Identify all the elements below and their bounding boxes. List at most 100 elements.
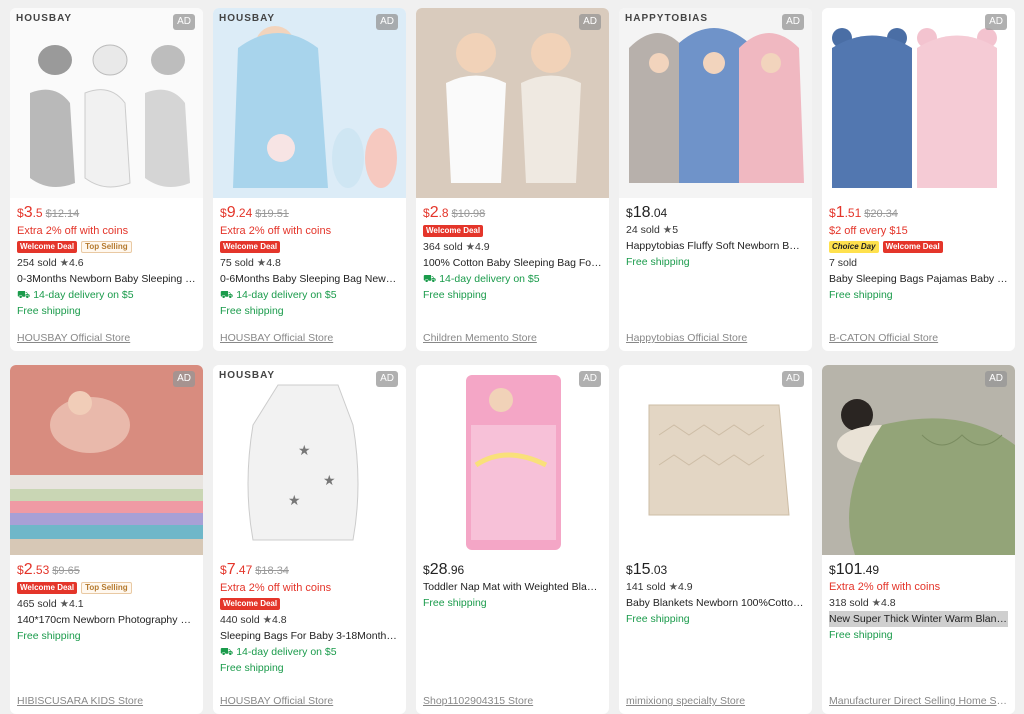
rating-value: 4.9 [678,581,693,593]
product-info: $1.51 $20.34 $2 off every $15 Choice Day Wel… [822,198,1015,351]
store-link[interactable]: mimixiong specialty Store [626,695,806,707]
original-price: $9.65 [52,565,80,577]
ad-badge: AD [782,371,804,387]
product-card[interactable]: ★ ★ ★ HOUSBAY AD $7.47 $18.34 Extra 2% off with… [213,365,406,714]
price-integer: 28 [429,561,448,578]
product-card[interactable]: HOUSBAY AD $9.24 $19.51 Extra 2% off with co… [213,8,406,351]
product-card[interactable]: AD $1.51 $20.34 $2 off every $15 Choice Day W… [822,8,1015,351]
sold-count: 75 sold [220,257,254,269]
price: $3.5 $12.14 [17,204,196,223]
price: $2.53 $9.65 [17,561,196,580]
choice-day-tag: Choice Day [829,241,879,253]
ad-badge: AD [579,371,601,387]
product-title[interactable]: Happytobias Fluffy Soft Newborn Baby [626,238,805,254]
product-info: $2.53 $9.65 Welcome Deal Top Selling 465 sol… [10,555,203,714]
product-image[interactable]: ★ ★ ★ HOUSBAY AD [213,365,406,555]
product-image[interactable]: AD [822,8,1015,198]
original-price: $12.14 [45,208,80,220]
price-decimal: .49 [862,563,880,577]
price-currency: $ [829,206,836,220]
sold-count: 318 sold [829,597,869,609]
product-card[interactable]: AD $28.96 Toddler Nap Mat with Weighted Bl… [416,365,609,714]
free-shipping: Free shipping [423,597,487,609]
product-info: $2.8 $10.98 Welcome Deal 364 sold ★4.9 100% … [416,198,609,351]
store-link[interactable]: Shop1102904315 Store [423,695,603,707]
product-card[interactable]: AD $15.03 141 sold ★4.9 Baby Blankets Newbo… [619,365,812,714]
ad-badge: AD [173,371,195,387]
sales-rating: 318 sold ★4.8 [829,595,1008,611]
store-link[interactable]: Manufacturer Direct Selling Home Store [829,695,1009,707]
sold-count: 440 sold [220,614,260,626]
delivery-text: 14-day delivery on $5 [236,289,337,301]
product-title[interactable]: Toddler Nap Mat with Weighted Blanket [423,579,602,595]
sales-rating: 141 sold ★4.9 [626,579,805,595]
product-card[interactable]: AD $101.49 Extra 2% off with coins 318 sold… [822,365,1015,714]
truck-icon: ⛟ [220,289,234,301]
product-image[interactable]: AD [10,365,203,555]
price-integer: 15 [632,561,651,578]
product-image[interactable]: HOUSBAY AD [213,8,406,198]
ad-badge: AD [376,14,398,30]
rating-value: 4.8 [266,257,281,269]
price-currency: $ [829,563,836,577]
product-title[interactable]: 0-6Months Baby Sleeping Bag Newborn [220,271,399,287]
promo-text: $2 off every $15 [829,225,908,237]
price: $28.96 [423,561,602,579]
tag-row: Welcome Deal Top Selling [17,582,196,594]
product-title[interactable]: New Super Thick Winter Warm Blanket [829,611,1008,627]
price-decimal: .03 [650,563,668,577]
tag-row: Welcome Deal [423,225,602,237]
product-title[interactable]: Baby Blankets Newborn 100%Cotton Knitted [626,595,805,611]
product-image[interactable]: AD [416,365,609,555]
free-shipping: Free shipping [17,305,81,317]
tag-row: Welcome Deal [220,598,399,610]
product-title[interactable]: 0-3Months Newborn Baby Sleeping Bag [17,271,196,287]
product-card[interactable]: AD $2.53 $9.65 Welcome Deal Top Selling 465 s… [10,365,203,714]
store-link[interactable]: Happytobias Official Store [626,332,806,344]
truck-icon: ⛟ [423,273,437,285]
product-title[interactable]: Baby Sleeping Bags Pajamas Baby Winter [829,271,1008,287]
product-image[interactable]: AD [822,365,1015,555]
store-link[interactable]: HOUSBAY Official Store [220,332,400,344]
product-title[interactable]: 100% Cotton Baby Sleeping Bag For Newbor… [423,255,602,271]
product-image[interactable]: AD [619,365,812,555]
svg-text:★: ★ [298,442,311,458]
product-info: $3.5 $12.14 Extra 2% off with coins Welcome… [10,198,203,351]
price-decimal: .96 [447,563,465,577]
product-card[interactable]: HOUSBAY AD $3.5 $12.14 Extra 2% off with coi… [10,8,203,351]
ad-badge: AD [985,371,1007,387]
price-integer: 7 [226,561,236,578]
delivery-text: 14-day delivery on $5 [439,273,540,285]
sales-rating: 75 sold ★4.8 [220,255,399,271]
product-image[interactable]: AD [416,8,609,198]
delivery-info: ⛟ 14-day delivery on $5 [220,644,399,660]
store-link[interactable]: Children Memento Store [423,332,603,344]
product-image[interactable]: HAPPYTOBIAS AD [619,8,812,198]
tag-row: Choice Day Welcome Deal [829,241,1008,253]
product-title[interactable]: Sleeping Bags For Baby 3-18Months Summer [220,628,399,644]
free-shipping: Free shipping [17,630,81,642]
welcome-deal-tag: Welcome Deal [220,598,281,610]
price-currency: $ [626,206,633,220]
product-info: $101.49 Extra 2% off with coins 318 sold ★… [822,555,1015,714]
store-link[interactable]: B-CATON Official Store [829,332,1009,344]
truck-icon: ⛟ [220,646,234,658]
store-link[interactable]: HOUSBAY Official Store [220,695,400,707]
product-card[interactable]: HAPPYTOBIAS AD $18.04 24 sold ★5 Happytobias… [619,8,812,351]
product-title[interactable]: 140*170cm Newborn Photography Blanket [17,612,196,628]
price-currency: $ [220,206,227,220]
product-card[interactable]: AD $2.8 $10.98 Welcome Deal 364 sold ★4.9 100… [416,8,609,351]
product-image[interactable]: HOUSBAY AD [10,8,203,198]
delivery-info: ⛟ 14-day delivery on $5 [17,287,196,303]
store-link[interactable]: HIBISCUSARA KIDS Store [17,695,197,707]
product-info: $15.03 141 sold ★4.9 Baby Blankets Newborn… [619,555,812,714]
price-integer: 9 [226,204,236,221]
price: $2.8 $10.98 [423,204,602,223]
store-link[interactable]: HOUSBAY Official Store [17,332,197,344]
ad-badge: AD [579,14,601,30]
ad-badge: AD [985,14,1007,30]
brand-watermark: HAPPYTOBIAS [625,13,709,24]
original-price: $18.34 [255,565,289,577]
price-currency: $ [17,563,24,577]
price-currency: $ [423,206,430,220]
